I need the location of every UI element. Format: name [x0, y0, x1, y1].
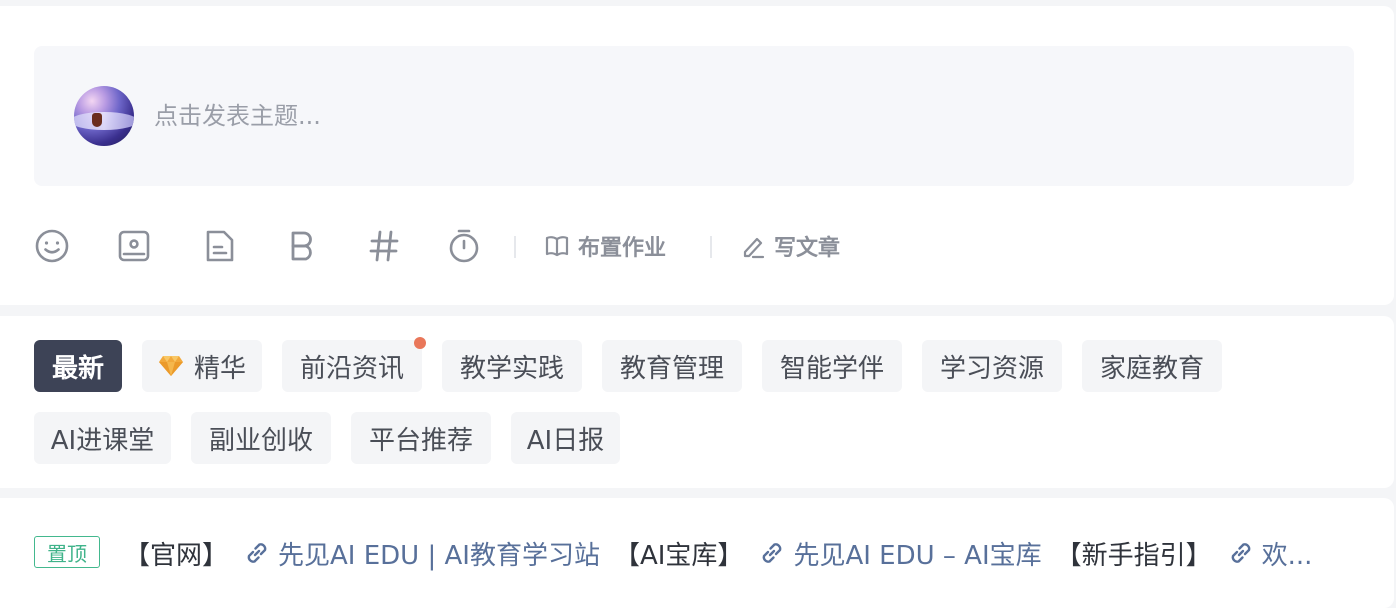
- pencil-icon: [743, 237, 765, 259]
- tab-label: AI日报: [526, 425, 605, 456]
- tab-label: 副业创收: [208, 425, 313, 456]
- tab-platform-recommendations[interactable]: 平台推荐: [351, 412, 491, 464]
- pinned-tag: 【官网】: [124, 540, 229, 571]
- write-article-button[interactable]: 写文章: [740, 230, 840, 262]
- composer-input-area[interactable]: 点击发表主题...: [34, 46, 1354, 186]
- tab-label: 平台推荐: [368, 425, 473, 456]
- tab-label: 最新: [51, 353, 104, 384]
- hashtag-icon[interactable]: [366, 228, 402, 264]
- pinned-link-ai-treasury[interactable]: 先见AI EDU – AI宝库: [757, 535, 1042, 572]
- image-icon[interactable]: [116, 228, 152, 264]
- tab-ai-daily[interactable]: AI日报: [511, 412, 620, 464]
- toolbar-divider: [710, 236, 712, 258]
- tab-frontier-news[interactable]: 前沿资讯: [282, 337, 426, 392]
- tab-family-education[interactable]: 家庭教育: [1082, 340, 1222, 392]
- tab-learning-resources[interactable]: 学习资源: [922, 340, 1062, 392]
- smile-icon[interactable]: [34, 228, 70, 264]
- post-topic-placeholder[interactable]: 点击发表主题...: [154, 102, 321, 130]
- category-tabs-card: 最新 精华 前沿资讯 教学实践 教育管理 智能学伴 学习资源 家庭教育 AI进课…: [0, 316, 1394, 488]
- tab-teaching-practice[interactable]: 教学实践: [442, 340, 582, 392]
- link-icon: [1231, 543, 1250, 563]
- write-article-label: 写文章: [774, 236, 841, 261]
- tab-ai-classroom[interactable]: AI进课堂: [34, 412, 171, 464]
- tab-label: 前沿资讯: [299, 353, 404, 384]
- avatar[interactable]: [74, 86, 134, 146]
- tab-side-income[interactable]: 副业创收: [191, 412, 331, 464]
- pinned-badge: 置顶: [34, 536, 100, 568]
- pinned-link-text: 先见AI EDU | AI教育学习站: [278, 540, 600, 571]
- book-icon: [545, 236, 569, 257]
- tab-featured[interactable]: 精华: [142, 340, 262, 392]
- toolbar-divider: [514, 236, 516, 258]
- pinned-tag: 【新手指引】: [1055, 540, 1212, 571]
- pinned-link-text: 先见AI EDU – AI宝库: [793, 540, 1042, 571]
- timer-icon[interactable]: [446, 228, 482, 264]
- diamond-icon: [158, 356, 183, 376]
- tab-label: 家庭教育: [1099, 353, 1204, 384]
- link-icon: [763, 543, 782, 563]
- assign-homework-button[interactable]: 布置作业: [544, 230, 666, 262]
- assign-homework-label: 布置作业: [578, 236, 667, 261]
- tab-smart-study-buddy[interactable]: 智能学伴: [762, 340, 902, 392]
- pinned-tag: 【AI宝库】: [613, 540, 744, 571]
- pinned-link-beginner-guide[interactable]: 欢...: [1226, 535, 1313, 572]
- pinned-link-official-site[interactable]: 先见AI EDU | AI教育学习站: [242, 535, 600, 572]
- tab-latest[interactable]: 最新: [34, 340, 122, 392]
- bold-icon[interactable]: [284, 228, 320, 264]
- tab-education-management[interactable]: 教育管理: [602, 340, 742, 392]
- tab-label: 学习资源: [939, 353, 1044, 384]
- pinned-links: 【官网】 先见AI EDU | AI教育学习站 【AI宝库】 先见AI EDU …: [124, 534, 1360, 572]
- pinned-link-text: 欢...: [1261, 540, 1313, 571]
- tab-label: 智能学伴: [779, 353, 884, 384]
- pinned-card: 置顶 【官网】 先见AI EDU | AI教育学习站 【AI宝库】 先见AI E…: [0, 498, 1394, 608]
- document-icon[interactable]: [202, 228, 238, 264]
- link-icon: [247, 543, 267, 563]
- tab-label: 教学实践: [459, 353, 564, 384]
- tab-label: 精华: [193, 353, 246, 384]
- notification-dot: [414, 337, 426, 349]
- tab-label: AI进课堂: [50, 425, 155, 456]
- tab-label: 教育管理: [619, 353, 724, 384]
- post-composer-card: 点击发表主题... 布置作业 写文章: [0, 6, 1394, 305]
